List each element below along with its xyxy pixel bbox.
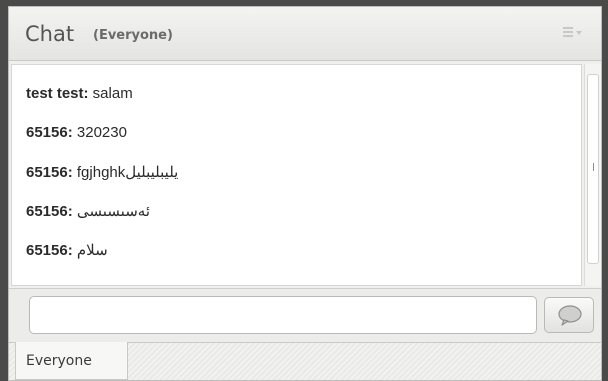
- window-frame: Chat (Everyone) test test: salam 65156: …: [0, 0, 608, 381]
- message-text: salam: [88, 85, 133, 102]
- message-sender: 65156:: [26, 124, 73, 141]
- message-input-bar: [9, 288, 601, 342]
- message-sender: 65156:: [26, 164, 73, 181]
- menu-button[interactable]: [563, 25, 585, 41]
- message-item: 65156: سلام: [26, 241, 108, 259]
- message-sender: test test:: [26, 85, 89, 102]
- tab-everyone[interactable]: Everyone: [15, 342, 128, 380]
- grip-icon: [593, 163, 594, 171]
- chat-title: Chat: [25, 22, 75, 46]
- speech-bubble-icon: [558, 305, 582, 326]
- send-button[interactable]: [544, 297, 594, 333]
- menu-icon: [563, 27, 573, 37]
- chat-header: Chat (Everyone): [9, 7, 601, 61]
- chat-panel: Chat (Everyone) test test: salam 65156: …: [8, 6, 602, 381]
- message-item: 65156: 320230: [26, 124, 127, 141]
- message-sender: 65156:: [26, 203, 73, 220]
- message-scrollbar[interactable]: [584, 64, 601, 286]
- message-text: 320230: [72, 124, 127, 141]
- chat-scope-label: (Everyone): [93, 28, 173, 43]
- message-input[interactable]: [29, 296, 537, 334]
- chat-tab-strip: Everyone: [9, 342, 601, 380]
- message-list: test test: salam 65156: 320230 65156: fg…: [11, 64, 582, 286]
- chevron-down-icon: [576, 31, 582, 35]
- scrollbar-thumb[interactable]: [587, 74, 599, 264]
- message-sender: 65156:: [26, 242, 73, 259]
- message-text: fgjhghkیلیبلیبلیل: [72, 164, 179, 181]
- message-item: test test: salam: [26, 85, 133, 102]
- message-item: 65156: ئەسىسىسى: [26, 202, 150, 220]
- message-item: 65156: fgjhghkیلیبلیبلیل: [26, 163, 178, 181]
- message-text: ئەسىسىسى: [72, 203, 150, 220]
- message-text: سلام: [72, 242, 108, 259]
